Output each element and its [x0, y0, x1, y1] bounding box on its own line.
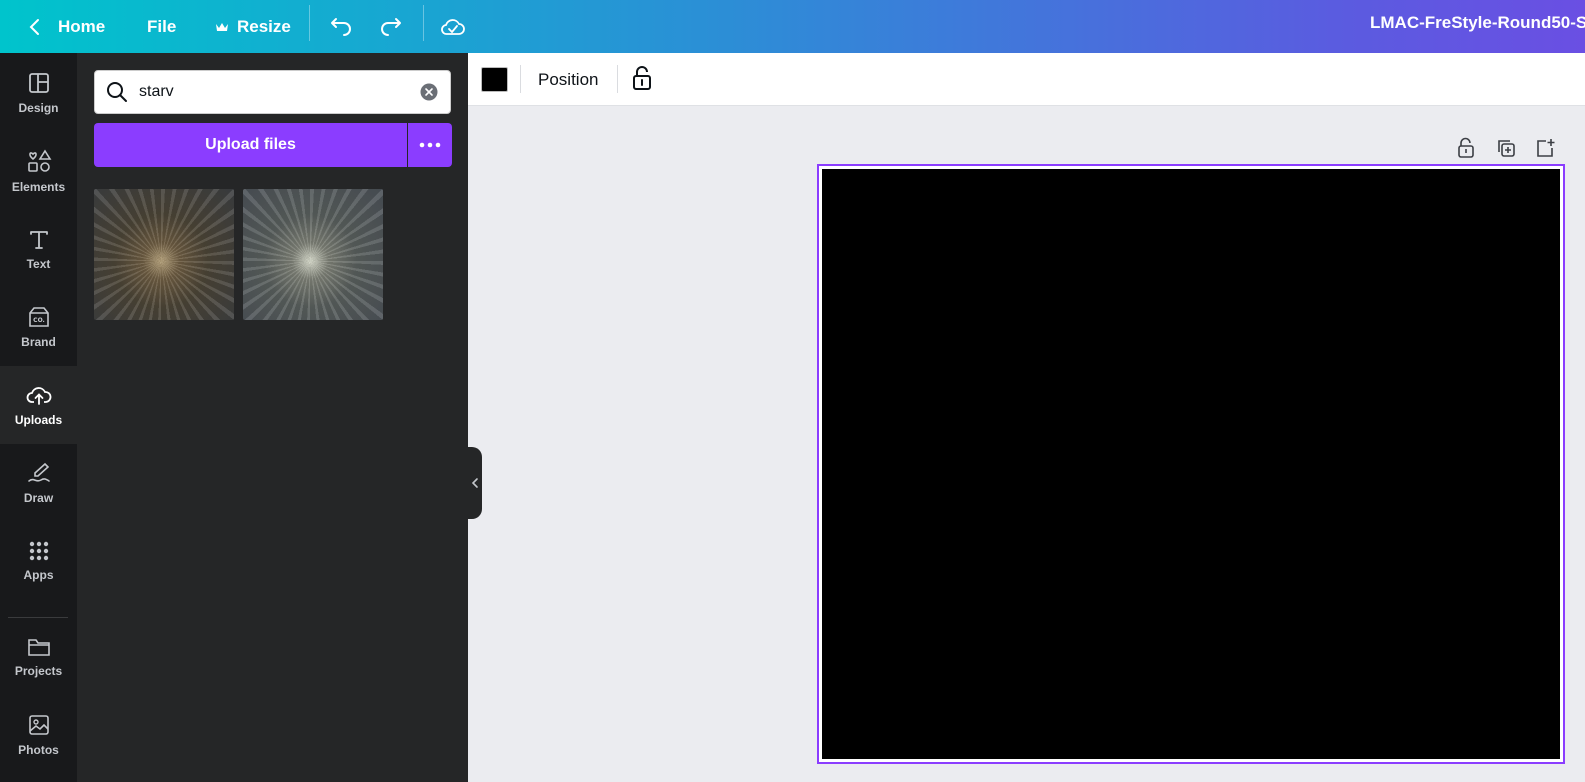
rail-item-text[interactable]: Text	[0, 210, 77, 288]
rail-label-projects: Projects	[14, 664, 63, 678]
starburst-image	[243, 189, 383, 320]
file-menu[interactable]: File	[147, 0, 176, 53]
layout-icon	[28, 73, 49, 93]
add-page-button[interactable]	[1534, 137, 1556, 164]
brand-icon: CO.	[28, 307, 49, 327]
clear-search-icon[interactable]	[420, 83, 438, 101]
search-field[interactable]: starv	[94, 70, 451, 114]
black-rectangle-element[interactable]	[822, 169, 1560, 759]
undo-icon	[331, 17, 351, 36]
rail-label-photos: Photos	[18, 743, 59, 757]
draw-icon	[27, 462, 50, 482]
topbar-divider	[309, 5, 310, 41]
left-rail: Design Elements Text CO. Brand Uploads D…	[0, 53, 77, 782]
unlock-icon	[1458, 137, 1474, 158]
cloud-upload-icon	[26, 387, 51, 405]
save-status-button[interactable]	[440, 0, 466, 53]
folder-icon	[27, 639, 50, 656]
home-button[interactable]: Home	[28, 0, 105, 53]
text-icon	[29, 231, 48, 249]
rail-item-brand[interactable]: CO. Brand	[0, 288, 77, 366]
lock-button[interactable]	[631, 65, 653, 96]
rail-label-design: Design	[18, 101, 59, 115]
rail-label-apps: Apps	[23, 568, 54, 582]
duplicate-page-button[interactable]	[1495, 137, 1517, 164]
chevron-left-icon	[471, 478, 478, 488]
position-label: Position	[538, 69, 599, 89]
rail-item-photos[interactable]: Photos	[0, 696, 77, 774]
rail-item-elements[interactable]: Elements	[0, 132, 77, 210]
rail-label-draw: Draw	[23, 491, 54, 505]
position-button[interactable]: Position	[538, 53, 598, 106]
rail-label-text: Text	[26, 257, 51, 271]
svg-text:CO.: CO.	[33, 317, 45, 324]
search-icon	[107, 82, 127, 102]
unlock-icon	[633, 66, 651, 90]
cloud-check-icon	[441, 18, 465, 35]
rail-item-apps[interactable]: Apps	[0, 522, 77, 600]
photo-icon	[28, 715, 49, 735]
add-page-icon	[1537, 139, 1555, 157]
rail-item-design[interactable]: Design	[0, 54, 77, 132]
upload-thumbnail[interactable]	[243, 189, 383, 320]
crown-icon	[216, 22, 228, 31]
undo-button[interactable]	[329, 0, 353, 53]
rail-item-draw[interactable]: Draw	[0, 444, 77, 522]
page-lock-button[interactable]	[1456, 137, 1476, 164]
rail-label-elements: Elements	[11, 180, 66, 194]
resize-button[interactable]: Resize	[215, 0, 291, 53]
rail-label-uploads: Uploads	[14, 413, 63, 427]
duplicate-icon	[1498, 140, 1515, 157]
shapes-icon	[27, 149, 51, 172]
top-bar: Home File Resize LMAC-FreStyle-Round50-S…	[0, 0, 1585, 53]
upload-thumbnail[interactable]	[94, 189, 234, 320]
search-input[interactable]: starv	[139, 83, 174, 101]
design-page[interactable]	[817, 164, 1565, 764]
uploads-panel: starv Upload files	[77, 53, 468, 782]
toolbar-divider	[520, 65, 521, 93]
upload-files-button[interactable]: Upload files	[94, 123, 407, 167]
upload-files-label: Upload files	[205, 136, 296, 153]
topbar-divider	[423, 5, 424, 41]
redo-button[interactable]	[379, 0, 403, 53]
color-swatch[interactable]	[481, 67, 508, 92]
rail-label-brand: Brand	[21, 335, 56, 349]
context-toolbar: Position	[468, 53, 1585, 106]
more-horizontal-icon	[419, 142, 441, 148]
apps-grid-icon	[29, 541, 48, 561]
upload-options-button[interactable]	[408, 123, 452, 167]
home-label: Home	[58, 16, 106, 36]
rail-item-projects[interactable]: Projects	[0, 618, 77, 696]
chevron-left-icon	[29, 18, 39, 35]
collapse-panel-button[interactable]	[468, 447, 482, 519]
starburst-image	[94, 189, 234, 320]
document-title[interactable]: LMAC-FreStyle-Round50-Sha	[1370, 0, 1585, 45]
redo-icon	[381, 17, 401, 36]
rail-item-uploads[interactable]: Uploads	[0, 366, 77, 444]
toolbar-divider	[617, 65, 618, 93]
resize-label: Resize	[237, 16, 291, 36]
file-label: File	[147, 16, 177, 36]
